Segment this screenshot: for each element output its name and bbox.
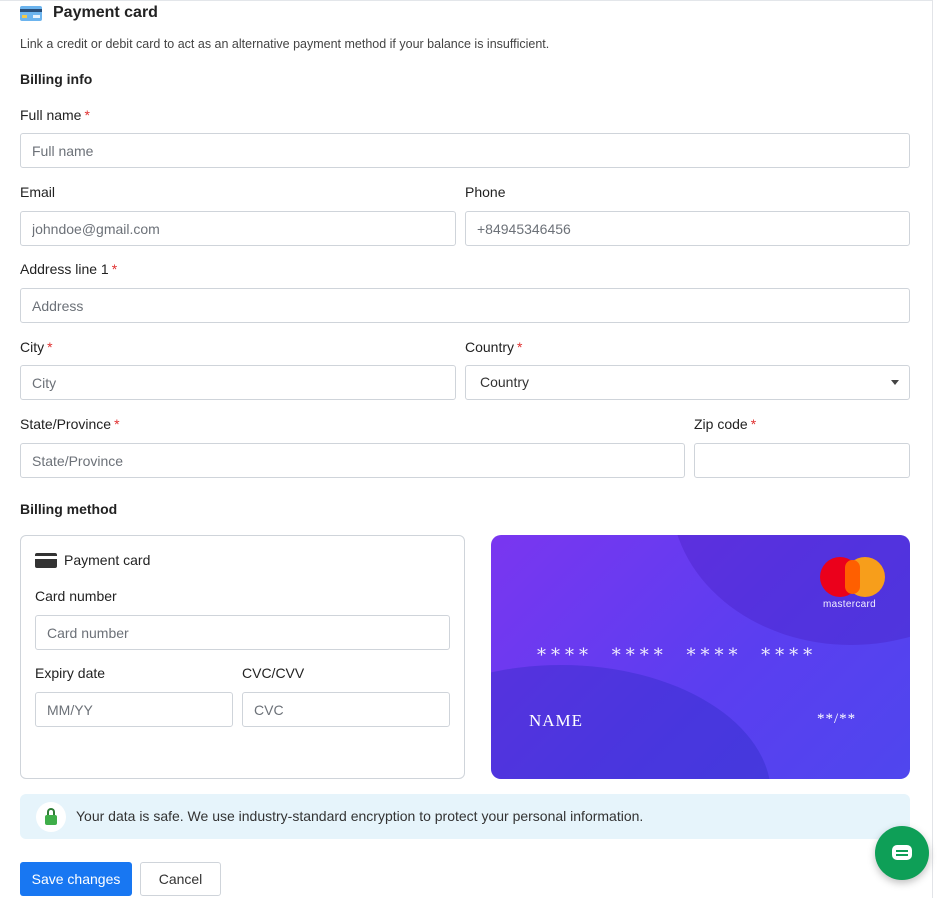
card-expiry-display: **/** [817,711,857,727]
address-label: Address line 1 * [20,261,117,277]
card-icon [35,553,57,568]
country-label-text: Country [465,339,515,355]
top-divider [0,0,933,1]
card-name-display: NAME [529,711,584,730]
card-number-input[interactable] [35,615,450,650]
caret-down-icon [891,380,899,385]
full-name-label: Full name * [20,107,90,123]
page-description: Link a credit or debit card to act as an… [20,37,550,51]
method-label: Payment card [64,552,151,568]
expiry-input[interactable] [35,692,233,727]
mastercard-logo-icon [845,560,860,594]
chat-icon [892,845,912,860]
cvc-label: CVC/CVV [242,665,305,681]
city-label: City * [20,339,53,355]
save-button[interactable]: Save changes [20,862,132,896]
zip-label: Zip code * [694,416,756,432]
country-label: Country * [465,339,522,355]
scrollbar[interactable] [932,0,948,898]
payment-card-form [20,535,465,779]
required-mark: * [114,416,120,432]
address-input[interactable] [20,288,910,323]
credit-card-icon [20,6,42,21]
cancel-button[interactable]: Cancel [140,862,221,896]
card-preview: mastercard **** **** **** **** NAME **/*… [491,535,910,779]
country-select[interactable]: Country [465,365,910,400]
billing-method-title: Billing method [20,501,118,517]
chat-button[interactable] [875,826,929,880]
zip-input[interactable] [694,443,910,478]
required-mark: * [750,416,757,432]
city-label-text: City [20,339,45,355]
card-number-display: **** **** **** **** [537,645,818,666]
address-label-text: Address line 1 [20,261,109,277]
card-number-label: Card number [35,588,117,604]
security-notice-text: Your data is safe. We use industry-stand… [76,808,644,824]
lock-icon [36,802,66,832]
zip-label-text: Zip code [694,416,748,432]
expiry-label: Expiry date [35,665,106,681]
required-mark: * [517,339,523,355]
state-label: State/Province * [20,416,120,432]
security-notice: Your data is safe. We use industry-stand… [20,794,910,839]
country-select-value: Country [480,374,530,390]
email-label: Email [20,184,56,200]
city-input[interactable] [20,365,456,400]
page-title: Payment card [53,4,158,21]
full-name-input[interactable] [20,133,910,168]
required-mark: * [84,107,90,123]
required-mark: * [47,339,53,355]
full-name-label-text: Full name [20,107,82,123]
state-label-text: State/Province [20,416,112,432]
email-input[interactable] [20,211,456,246]
required-mark: * [111,261,118,277]
phone-label: Phone [465,184,506,200]
card-brand: mastercard [823,599,877,610]
state-input[interactable] [20,443,685,478]
cvc-input[interactable] [242,692,450,727]
phone-input[interactable] [465,211,910,246]
billing-info-title: Billing info [20,71,93,87]
